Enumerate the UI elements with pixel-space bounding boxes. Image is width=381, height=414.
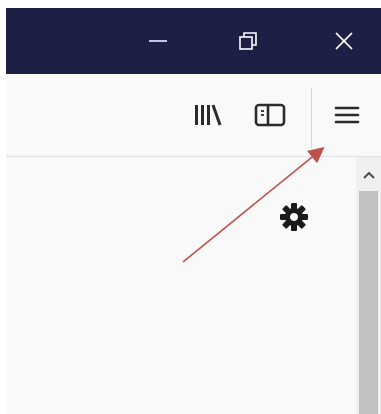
scroll-up-button[interactable] [356,157,381,191]
hamburger-menu-button[interactable] [328,98,366,136]
library-button[interactable] [189,98,227,136]
title-bar [6,8,381,74]
close-button[interactable] [316,8,372,74]
chevron-up-icon [362,165,376,184]
restore-icon [237,30,259,52]
nav-toolbar [6,74,381,157]
hamburger-menu-icon [333,101,361,133]
minimize-button[interactable] [130,8,186,74]
vertical-scrollbar[interactable] [356,157,381,414]
scrollbar-thumb[interactable] [359,191,378,414]
settings-button[interactable] [276,201,312,237]
gear-icon [278,201,310,237]
toolbar-separator [311,88,312,148]
close-icon [333,30,355,52]
minimize-icon [147,30,169,52]
library-icon [192,101,224,133]
sidebar-toggle-button[interactable] [251,98,289,136]
sidebar-icon [253,101,287,133]
browser-window [0,0,381,414]
restore-button[interactable] [220,8,276,74]
page-content [6,157,356,414]
